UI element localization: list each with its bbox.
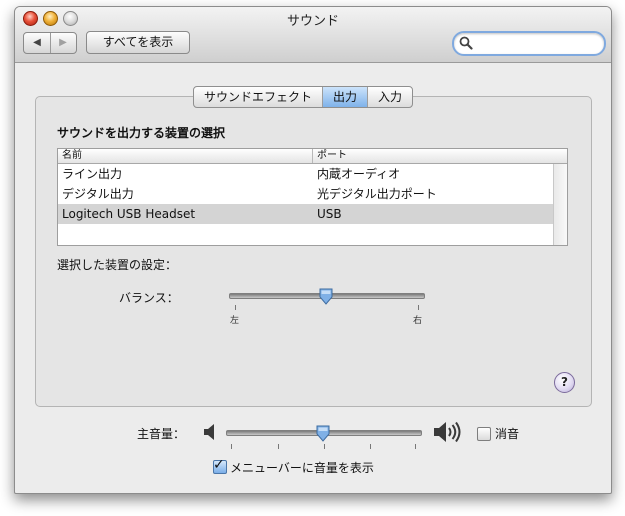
mute-label: 消音	[495, 427, 520, 441]
table-row[interactable]: Logitech USB Headset USB	[58, 204, 553, 224]
output-device-table: 名前 ポート ライン出力 内蔵オーディオ デジタル出力 光デジタル出力ポート L…	[57, 148, 568, 246]
tab-input[interactable]: 入力	[368, 87, 412, 107]
device-name: Logitech USB Headset	[62, 207, 196, 221]
search-field[interactable]	[452, 31, 606, 56]
volume-tick	[231, 444, 232, 449]
table-row[interactable]: デジタル出力 光デジタル出力ポート	[58, 184, 553, 204]
table-row[interactable]: ライン出力 内蔵オーディオ	[58, 164, 553, 184]
balance-right-label: 右	[413, 316, 423, 326]
speaker-low-icon	[204, 424, 214, 440]
output-device-heading: サウンドを出力する装置の選択	[57, 126, 226, 140]
volume-tick	[370, 444, 371, 449]
device-port: USB	[317, 207, 342, 221]
tab-sound-effects[interactable]: サウンドエフェクト	[194, 87, 324, 107]
speaker-high-icon	[434, 421, 461, 443]
checkmark-icon: ✓	[213, 457, 225, 473]
back-forward-control: ◀ ▶	[23, 32, 77, 54]
device-port: 光デジタル出力ポート	[317, 187, 437, 201]
balance-left-label: 左	[230, 316, 240, 326]
back-button[interactable]: ◀	[24, 33, 51, 53]
balance-label: バランス：	[119, 291, 179, 305]
tab-bar: サウンドエフェクト 出力 入力	[193, 86, 414, 108]
magnifier-icon	[459, 36, 473, 50]
device-settings-label: 選択した装置の設定：	[57, 258, 178, 272]
search-input[interactable]	[476, 35, 600, 52]
column-header-port[interactable]: ポート	[313, 149, 557, 163]
table-scrollbar[interactable]	[553, 164, 567, 245]
main-volume-label: 主音量：	[137, 427, 186, 441]
column-header-name[interactable]: 名前	[58, 149, 313, 163]
show-all-button[interactable]: すべてを表示	[86, 31, 190, 54]
balance-slider-thumb[interactable]	[319, 288, 333, 305]
show-volume-in-menubar-label: メニューバーに音量を表示	[230, 461, 374, 475]
volume-tick	[278, 444, 279, 449]
sound-preferences-window: サウンド ◀ ▶ すべてを表示 サウンドエフェクト 出力 入力 サウンドを出力す…	[14, 6, 612, 494]
tab-output[interactable]: 出力	[323, 87, 369, 107]
volume-tick	[324, 444, 325, 449]
device-name: デジタル出力	[62, 187, 134, 201]
tab-content-panel	[35, 96, 592, 407]
volume-tick	[415, 444, 416, 449]
forward-button[interactable]: ▶	[50, 33, 76, 53]
help-button[interactable]: ?	[554, 372, 575, 393]
volume-slider-thumb[interactable]	[316, 425, 330, 442]
device-port: 内蔵オーディオ	[317, 167, 401, 181]
mute-checkbox[interactable]	[477, 427, 491, 441]
balance-tick-left	[235, 305, 236, 310]
show-volume-in-menubar-checkbox[interactable]: ✓	[213, 457, 227, 474]
device-name: ライン出力	[62, 167, 123, 181]
balance-tick-right	[418, 305, 419, 310]
window-title: サウンド	[286, 14, 339, 29]
table-header: 名前 ポート	[58, 149, 567, 164]
titlebar: サウンド ◀ ▶ すべてを表示	[15, 7, 611, 63]
